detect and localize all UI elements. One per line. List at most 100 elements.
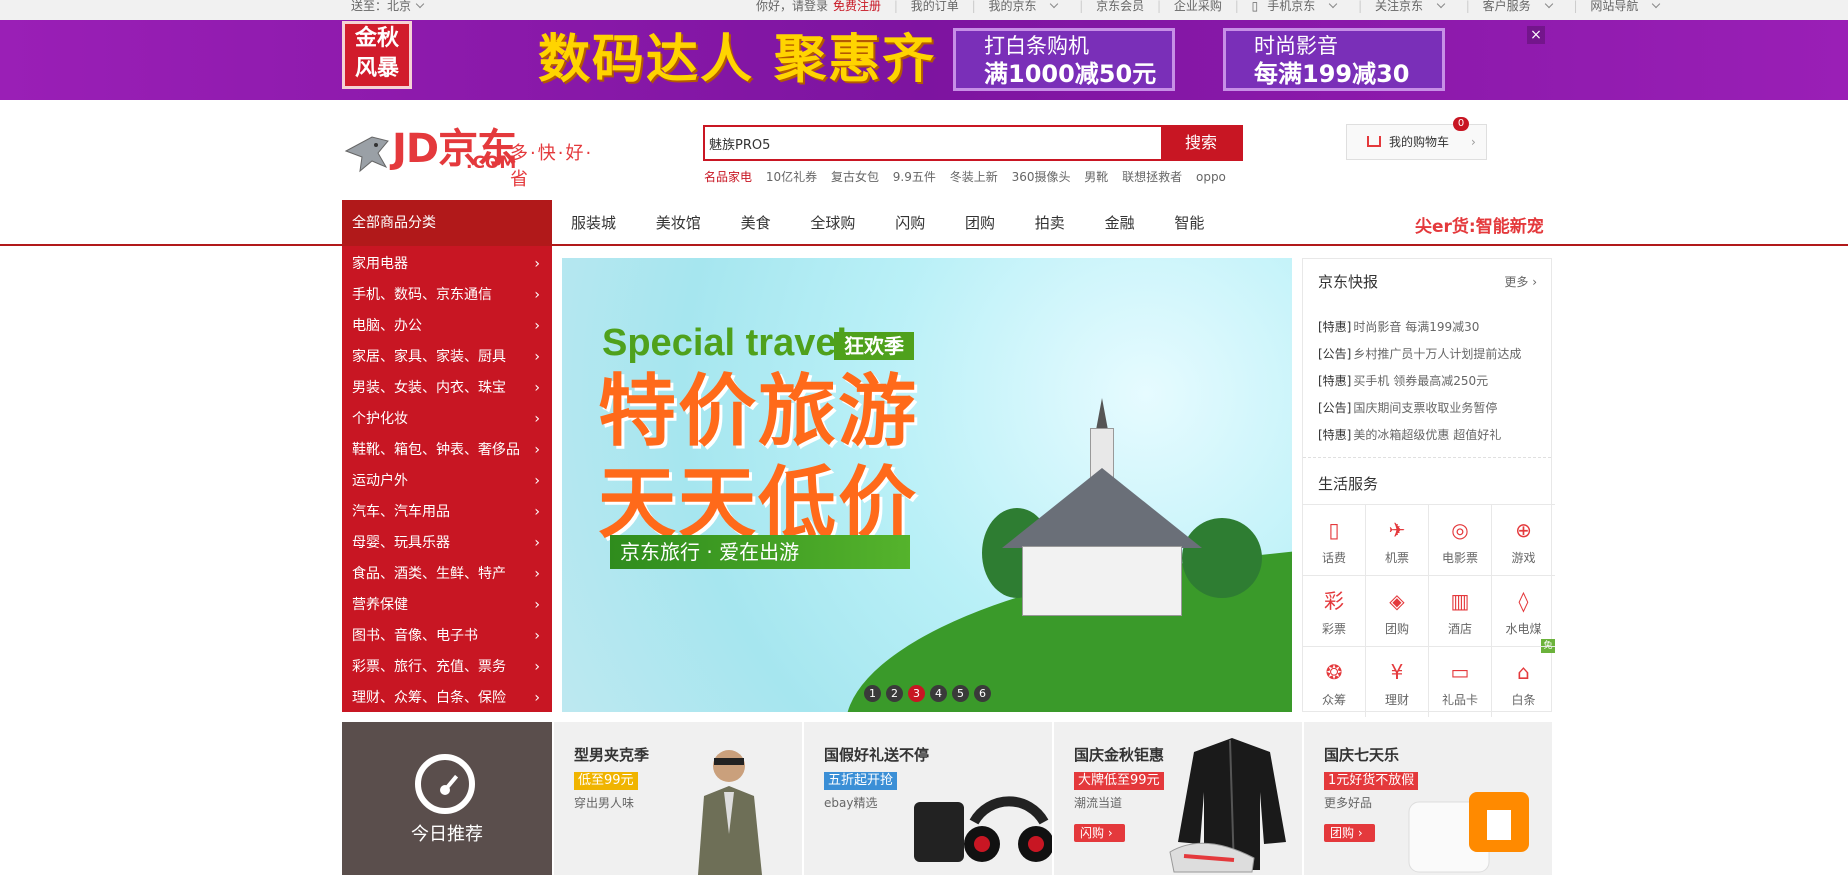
nav-item-group[interactable]: 团购 bbox=[965, 214, 995, 232]
chevron-right-icon: › bbox=[534, 535, 540, 551]
category-item[interactable]: 鞋靴、箱包、钟表、奢侈品 › bbox=[342, 435, 552, 466]
my-jd-link[interactable]: 我的京东 bbox=[988, 0, 1066, 13]
news-text: 买手机 领券最高减250元 bbox=[1353, 374, 1489, 388]
recommend-card-gifts[interactable]: 国假好礼送不停 五折起开抢 ebay精选 bbox=[804, 722, 1052, 875]
category-item[interactable]: 个护化妆 › bbox=[342, 404, 552, 435]
promo-box-audio[interactable]: 时尚影音 每满199减30 bbox=[1223, 28, 1445, 91]
category-item[interactable]: 家居、家具、家装、厨具 › bbox=[342, 342, 552, 373]
chevron-right-icon: › bbox=[534, 597, 540, 613]
news-more-link[interactable]: 更多 › bbox=[1504, 273, 1537, 290]
close-icon[interactable]: × bbox=[1527, 26, 1545, 44]
today-recommend[interactable]: 今日推荐 bbox=[342, 722, 552, 875]
search-button[interactable]: 搜索 bbox=[1161, 127, 1241, 159]
news-item[interactable]: [公告] 乡村推广员十万人计划提前达成 bbox=[1318, 341, 1521, 368]
service-movies[interactable]: ◎ 电影票 bbox=[1429, 504, 1492, 575]
category-item[interactable]: 运动户外 › bbox=[342, 466, 552, 497]
recommend-row: 今日推荐 型男夹克季 低至99元 穿出男人味 国假好礼送不停 五折起开抢 eba… bbox=[342, 722, 1552, 875]
nav-item-beauty[interactable]: 美妆馆 bbox=[656, 214, 701, 232]
all-categories-button[interactable]: 全部商品分类 bbox=[342, 200, 552, 246]
nav-item-smart[interactable]: 智能 bbox=[1174, 214, 1204, 232]
card-tag: 低至99元 bbox=[574, 772, 638, 790]
service-lottery[interactable]: 彩彩票 bbox=[1303, 575, 1366, 646]
note-icon: ⌂ bbox=[1517, 660, 1530, 684]
promo-banner[interactable]: 金秋风暴 数码达人 聚惠齐 打白条购机 满1000减50元 时尚影音 每满199… bbox=[0, 20, 1848, 100]
news-title: 京东快报 bbox=[1318, 273, 1379, 291]
hot-word[interactable]: 联想拯救者 bbox=[1122, 170, 1182, 184]
cart-button[interactable]: 我的购物车 0 › bbox=[1346, 117, 1487, 160]
hot-word[interactable]: 冬装上新 bbox=[950, 170, 998, 184]
category-item[interactable]: 理财、众筹、白条、保险 › bbox=[342, 683, 552, 714]
mobile-jd-link[interactable]: ▯ 手机京东 bbox=[1252, 0, 1346, 13]
register-link[interactable]: 免费注册 bbox=[833, 0, 881, 13]
category-item[interactable]: 手机、数码、京东通信 › bbox=[342, 280, 552, 311]
carousel-dot-active[interactable]: 3 bbox=[908, 685, 925, 702]
search-input[interactable] bbox=[705, 127, 1161, 159]
category-item[interactable]: 家用电器 › bbox=[342, 249, 552, 280]
hot-word[interactable]: 复古女包 bbox=[831, 170, 879, 184]
nav-item-auction[interactable]: 拍卖 bbox=[1035, 214, 1065, 232]
category-item[interactable]: 营养保健 › bbox=[342, 590, 552, 621]
news-item[interactable]: [特惠] 时尚影音 每满199减30 bbox=[1318, 314, 1521, 341]
nav-item-food[interactable]: 美食 bbox=[741, 214, 771, 232]
news-item[interactable]: [公告] 国庆期间支票收取业务暂停 bbox=[1318, 395, 1521, 422]
carousel-dot[interactable]: 2 bbox=[886, 685, 903, 702]
follow-jd-link[interactable]: 关注京东 bbox=[1375, 0, 1453, 13]
hot-word[interactable]: 9.9五件 bbox=[893, 170, 936, 184]
service-utilities[interactable]: ◊ 水电煤免 bbox=[1492, 575, 1555, 653]
flash-sale-button[interactable]: 闪购 › bbox=[1074, 824, 1125, 842]
category-item[interactable]: 男装、女装、内衣、珠宝 › bbox=[342, 373, 552, 404]
category-item[interactable]: 电脑、办公 › bbox=[342, 311, 552, 342]
category-item[interactable]: 彩票、旅行、充值、票务 › bbox=[342, 652, 552, 683]
my-orders-link[interactable]: 我的订单 bbox=[911, 0, 959, 13]
jd-logo[interactable]: JD京东 .COM 多·快·好·省 bbox=[342, 125, 612, 190]
jd-member-link[interactable]: 京东会员 bbox=[1096, 0, 1144, 13]
recommend-card-holiday[interactable]: 国庆七天乐 1元好货不放假 更多好品 团购 › bbox=[1304, 722, 1552, 875]
category-item[interactable]: 食品、酒类、生鲜、特产 › bbox=[342, 559, 552, 590]
nav-item-global[interactable]: 全球购 bbox=[810, 214, 855, 232]
service-wealth[interactable]: ¥ 理财 bbox=[1366, 646, 1429, 717]
service-flights[interactable]: ✈ 机票 bbox=[1366, 504, 1429, 575]
login-link[interactable]: 你好，请登录 bbox=[756, 0, 828, 13]
category-item[interactable]: 图书、音像、电子书 › bbox=[342, 621, 552, 652]
hot-word[interactable]: oppo bbox=[1196, 170, 1226, 184]
service-games[interactable]: ⊕ 游戏 bbox=[1492, 504, 1555, 575]
carousel-dot[interactable]: 1 bbox=[864, 685, 881, 702]
recommend-card-national[interactable]: 国庆金秋钜惠 大牌低至99元 潮流当道 闪购 › bbox=[1054, 722, 1302, 875]
hot-word[interactable]: 名品家电 bbox=[704, 170, 752, 184]
hero-carousel[interactable]: Special travel 狂欢季 特价旅游 天天低价 京东旅行 · 爱在出游… bbox=[562, 258, 1292, 712]
news-item[interactable]: [特惠] 美的冰箱超级优惠 超值好礼 bbox=[1318, 422, 1521, 449]
carousel-dot[interactable]: 6 bbox=[974, 685, 991, 702]
news-item[interactable]: [特惠] 买手机 领券最高减250元 bbox=[1318, 368, 1521, 395]
group-buy-button[interactable]: 团购 › bbox=[1324, 824, 1375, 842]
hot-word[interactable]: 男靴 bbox=[1084, 170, 1108, 184]
promo-box-title: 时尚影音 bbox=[1254, 34, 1338, 58]
site-nav-link[interactable]: 网站导航 bbox=[1590, 0, 1668, 13]
service-hotel[interactable]: ▥ 酒店 bbox=[1429, 575, 1492, 646]
customer-service-link[interactable]: 客户服务 bbox=[1483, 0, 1561, 13]
chevron-right-icon: › bbox=[534, 659, 540, 675]
nav-item-flash[interactable]: 闪购 bbox=[895, 214, 925, 232]
category-item[interactable]: 母婴、玩具乐器 › bbox=[342, 528, 552, 559]
nav-items: 服装城 美妆馆 美食 全球购 闪购 团购 拍卖 金融 智能 bbox=[571, 200, 1239, 246]
card-tag: 大牌低至99元 bbox=[1074, 772, 1164, 790]
promo-box-baitiao[interactable]: 打白条购机 满1000减50元 bbox=[953, 28, 1175, 91]
service-label: 理财 bbox=[1384, 693, 1409, 707]
hot-word[interactable]: 10亿礼券 bbox=[766, 170, 817, 184]
nav-promo[interactable]: 尖er货:智能新宠 bbox=[1415, 212, 1544, 237]
cart-count-badge: 0 bbox=[1453, 117, 1469, 131]
service-giftcard[interactable]: ▭ 礼品卡 bbox=[1429, 646, 1492, 717]
hot-word[interactable]: 360摄像头 bbox=[1012, 170, 1071, 184]
enterprise-link[interactable]: 企业采购 bbox=[1174, 0, 1222, 13]
nav-item-finance[interactable]: 金融 bbox=[1105, 214, 1135, 232]
cart-label: 我的购物车 bbox=[1389, 135, 1450, 149]
service-topup[interactable]: ▯ 话费 bbox=[1303, 504, 1366, 575]
nav-item-clothing[interactable]: 服装城 bbox=[571, 214, 616, 232]
service-group[interactable]: ◈ 团购 bbox=[1366, 575, 1429, 646]
carousel-dot[interactable]: 5 bbox=[952, 685, 969, 702]
location-selector[interactable]: 送至：北京 bbox=[351, 0, 425, 12]
service-crowdfund[interactable]: ❂ 众筹 bbox=[1303, 646, 1366, 717]
service-baitiao[interactable]: ⌂ 白条 bbox=[1492, 646, 1555, 717]
carousel-dot[interactable]: 4 bbox=[930, 685, 947, 702]
recommend-card-jacket[interactable]: 型男夹克季 低至99元 穿出男人味 bbox=[554, 722, 802, 875]
category-item[interactable]: 汽车、汽车用品 › bbox=[342, 497, 552, 528]
